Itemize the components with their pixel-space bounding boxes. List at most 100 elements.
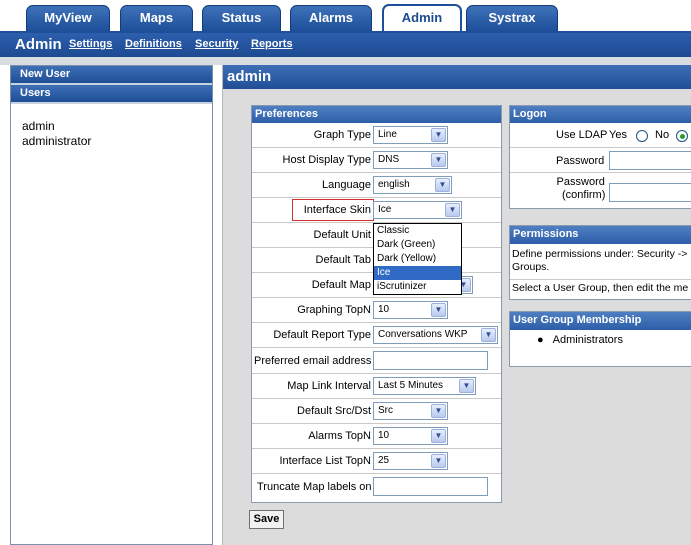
definitions-link[interactable]: Definitions <box>125 38 182 50</box>
src-dst-select[interactable]: Src ▼ <box>373 402 448 420</box>
bullet-icon: ● <box>537 334 544 346</box>
preferences-header: Preferences <box>252 106 501 123</box>
src-dst-label: Default Src/Dst <box>297 405 371 417</box>
default-report-label: Default Report Type <box>273 329 371 341</box>
skin-option-ice[interactable]: Ice <box>374 266 461 280</box>
admin-subnav: Admin Settings Definitions Security Repo… <box>0 31 691 57</box>
tab-admin[interactable]: Admin <box>382 4 462 32</box>
interface-skin-select[interactable]: Ice ▼ <box>373 201 462 219</box>
interface-skin-label: Interface Skin <box>303 204 371 216</box>
tab-systrax[interactable]: Systrax <box>466 5 558 31</box>
section-title: Admin <box>15 36 62 53</box>
password-confirm-field[interactable] <box>609 183 691 202</box>
truncate-label: Truncate Map labels on <box>257 481 372 493</box>
user-item-admin[interactable]: admin <box>22 119 91 134</box>
password-label: Password <box>556 155 605 167</box>
tab-maps[interactable]: Maps <box>120 5 193 31</box>
security-link[interactable]: Security <box>195 38 238 50</box>
truncate-row: Truncate Map labels on <box>252 474 501 501</box>
graphing-topn-select[interactable]: 10 ▼ <box>373 301 448 319</box>
main-content: admin Preferences Graph Type Line ▼ Host… <box>222 65 691 545</box>
ldap-no-radio[interactable] <box>676 130 688 142</box>
alarms-topn-value: 10 <box>378 430 390 441</box>
email-label: Preferred email address <box>254 355 372 367</box>
new-user-button[interactable]: New User <box>11 66 212 85</box>
interface-list-value: 25 <box>378 455 390 466</box>
chevron-down-icon: ▼ <box>431 429 446 443</box>
top-tab-bar: MyView Maps Status Alarms Admin Systrax <box>0 0 691 32</box>
page-title: admin <box>223 65 691 89</box>
truncate-field[interactable] <box>373 477 488 496</box>
alarms-topn-select[interactable]: 10 ▼ <box>373 427 448 445</box>
tab-myview[interactable]: MyView <box>26 5 110 31</box>
chevron-down-icon: ▼ <box>435 178 450 192</box>
alarms-topn-row: Alarms TopN 10 ▼ <box>252 424 501 449</box>
host-display-label: Host Display Type <box>282 154 371 166</box>
src-dst-row: Default Src/Dst Src ▼ <box>252 399 501 424</box>
skin-option-classic[interactable]: Classic <box>374 224 461 238</box>
password-field[interactable] <box>609 151 691 170</box>
email-field[interactable] <box>373 351 488 370</box>
tab-status[interactable]: Status <box>202 5 281 31</box>
map-link-value: Last 5 Minutes <box>378 380 444 391</box>
graphing-topn-row: Graphing TopN 10 ▼ <box>252 298 501 323</box>
interface-list-row: Interface List TopN 25 ▼ <box>252 449 501 474</box>
permissions-header: Permissions <box>510 226 691 244</box>
ldap-yes-radio[interactable] <box>636 130 648 142</box>
membership-panel: User Group Membership ● Administrators <box>509 311 691 367</box>
skin-option-dark-yellow[interactable]: Dark (Yellow) <box>374 252 461 266</box>
language-value: english <box>378 179 410 190</box>
graph-type-value: Line <box>378 129 397 140</box>
language-select[interactable]: english ▼ <box>373 176 452 194</box>
membership-group: Administrators <box>552 334 623 346</box>
chevron-down-icon: ▼ <box>459 379 474 393</box>
interface-skin-dropdown[interactable]: Classic Dark (Green) Dark (Yellow) Ice i… <box>373 223 462 295</box>
users-header: Users <box>11 85 212 104</box>
ldap-label: Use LDAP <box>556 129 608 141</box>
interface-list-select[interactable]: 25 ▼ <box>373 452 448 470</box>
reports-link[interactable]: Reports <box>251 38 293 50</box>
tab-alarms[interactable]: Alarms <box>290 5 372 31</box>
settings-link[interactable]: Settings <box>69 38 112 50</box>
membership-header: User Group Membership <box>510 312 691 330</box>
password-confirm-row: Password (confirm) <box>510 173 691 207</box>
default-report-row: Default Report Type Conversations WKP ▼ <box>252 323 501 348</box>
chevron-down-icon: ▼ <box>445 203 460 217</box>
default-unit-label: Default Unit <box>313 229 371 241</box>
map-link-label: Map Link Interval <box>287 380 371 392</box>
host-display-value: DNS <box>378 154 400 165</box>
graphing-topn-label: Graphing TopN <box>297 304 371 316</box>
graph-type-label: Graph Type <box>313 129 371 141</box>
ldap-row: Use LDAP Yes No <box>510 123 691 148</box>
graphing-topn-value: 10 <box>378 304 390 315</box>
default-report-select[interactable]: Conversations WKP ▼ <box>373 326 498 344</box>
default-map-label: Default Map <box>311 279 371 291</box>
graph-type-row: Graph Type Line ▼ <box>252 123 501 148</box>
skin-option-iscrutinizer[interactable]: iScrutinizer <box>374 280 461 294</box>
ldap-no-label: No <box>655 129 670 141</box>
map-link-select[interactable]: Last 5 Minutes ▼ <box>373 377 476 395</box>
permissions-line2: Select a User Group, then edit the me <box>510 279 691 294</box>
src-dst-value: Src <box>378 405 393 416</box>
logon-header: Logon <box>510 106 691 123</box>
skin-option-dark-green[interactable]: Dark (Green) <box>374 238 461 252</box>
host-display-select[interactable]: DNS ▼ <box>373 151 448 169</box>
interface-skin-value: Ice <box>378 204 392 215</box>
user-item-administrator[interactable]: administrator <box>22 134 91 149</box>
chevron-down-icon: ▼ <box>431 454 446 468</box>
user-list: admin administrator <box>22 119 91 149</box>
alarms-topn-label: Alarms TopN <box>308 430 371 442</box>
logon-panel: Logon Use LDAP Yes No Password Password … <box>509 105 691 209</box>
graph-type-select[interactable]: Line ▼ <box>373 126 448 144</box>
language-row: Language english ▼ <box>252 173 501 198</box>
chevron-down-icon: ▼ <box>481 328 496 342</box>
chevron-down-icon: ▼ <box>431 128 446 142</box>
save-button[interactable]: Save <box>249 510 284 529</box>
password-confirm-label: Password (confirm) <box>556 176 606 202</box>
default-report-value: Conversations WKP <box>378 329 468 340</box>
chevron-down-icon: ▼ <box>431 404 446 418</box>
password-row: Password <box>510 148 691 173</box>
email-row: Preferred email address <box>252 348 501 374</box>
default-tab-label: Default Tab <box>315 254 371 266</box>
password-confirm-line1: Password <box>556 176 605 188</box>
